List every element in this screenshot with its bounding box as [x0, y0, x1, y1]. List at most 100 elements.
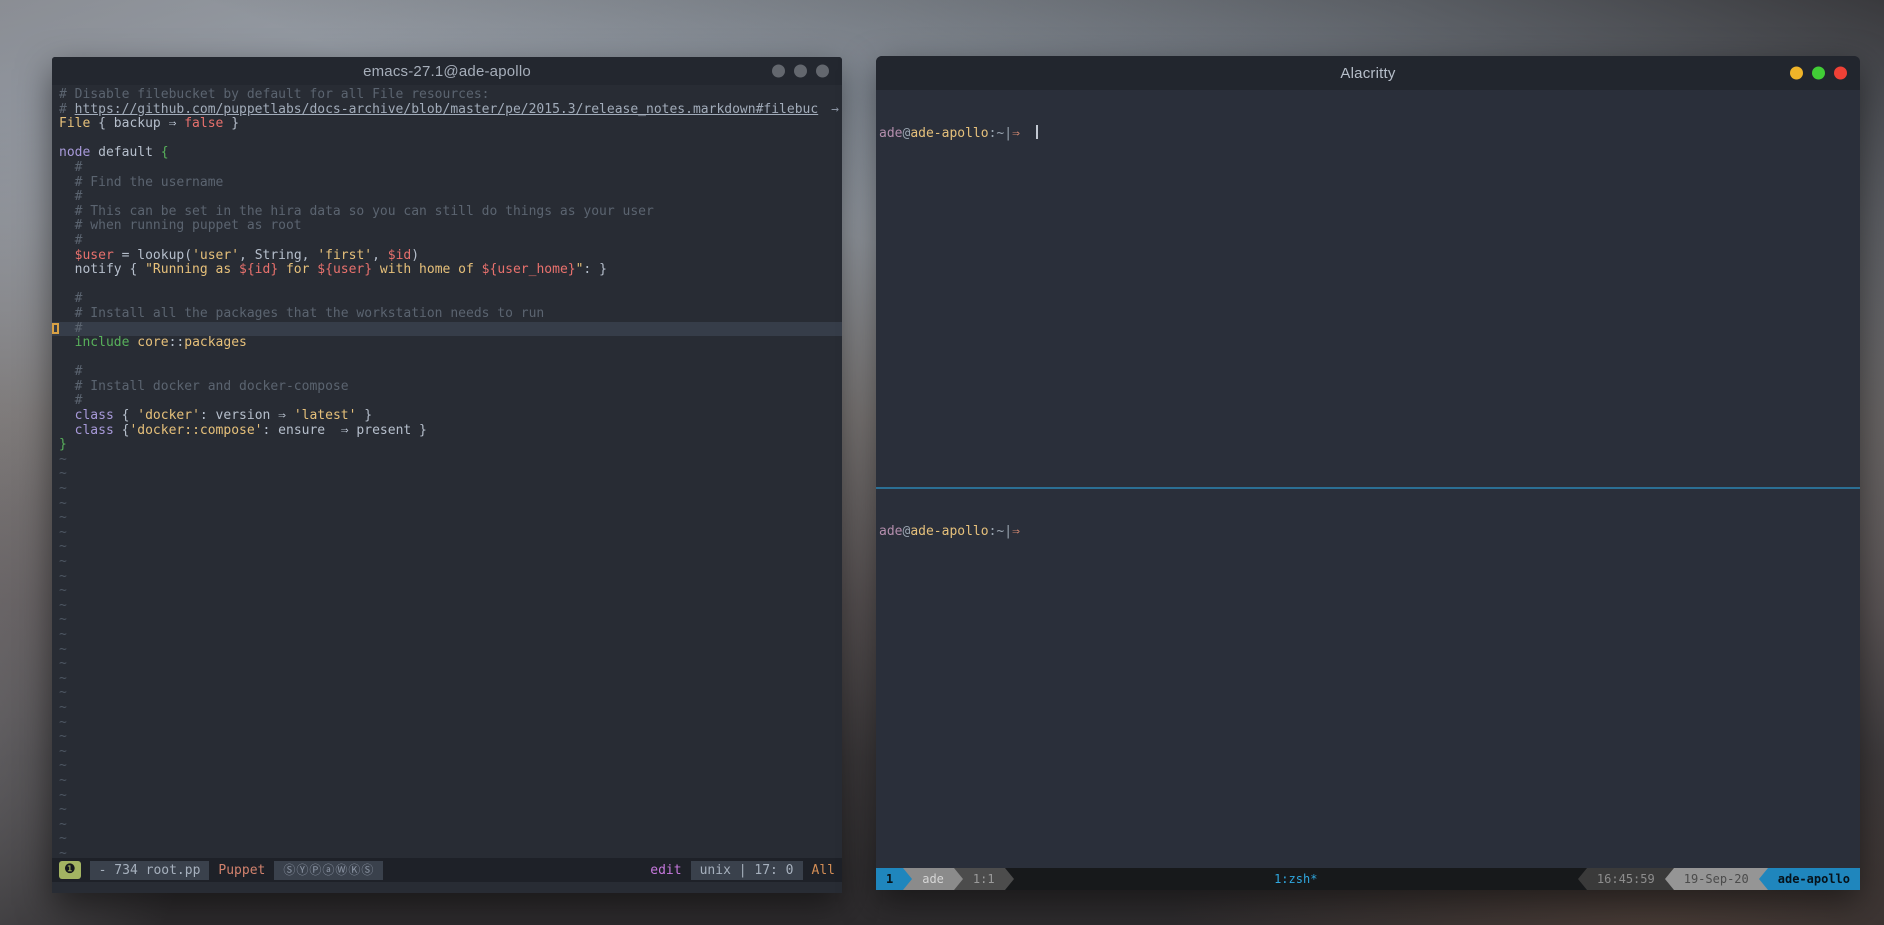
code-token: ,: [372, 248, 388, 263]
alacritty-window-title: Alacritty: [1340, 65, 1395, 82]
prompt-token: ade-apollo: [910, 524, 988, 539]
prompt-token: ade: [879, 524, 902, 539]
terminal-pane-2[interactable]: ade@ade-apollo:~|⇒: [876, 489, 1860, 868]
code-line[interactable]: # Find the username: [59, 176, 842, 191]
code-line[interactable]: # Disable filebucket by default for all …: [59, 88, 842, 103]
terminal-pane-1[interactable]: ade@ade-apollo:~|⇒: [876, 90, 1860, 487]
code-line[interactable]: [59, 351, 842, 366]
code-line[interactable]: #: [59, 394, 842, 409]
code-token: #: [59, 364, 82, 379]
desktop-wallpaper: emacs-27.1@ade-apollo # Disable filebuck…: [0, 0, 1884, 925]
code-line[interactable]: # when running puppet as root: [59, 219, 842, 234]
alacritty-window: Alacritty ade@ade-apollo:~|⇒ ade@ade-apo…: [876, 56, 1860, 890]
powerline-separator-icon: [1005, 868, 1014, 890]
tmux-window-number[interactable]: 1: [876, 868, 903, 890]
code-line[interactable]: include core::packages: [59, 336, 842, 351]
empty-line-tilde: ~: [59, 847, 842, 858]
code-token: "Running as: [145, 262, 239, 277]
code-line[interactable]: # Install docker and docker-compose: [59, 380, 842, 395]
empty-line-tilde: ~: [59, 540, 842, 555]
empty-line-tilde: ~: [59, 672, 842, 687]
code-token: : version ⇒: [200, 408, 294, 423]
url-link[interactable]: https://github.com/puppetlabs/docs-archi…: [75, 102, 819, 117]
maximize-button[interactable]: [1812, 67, 1825, 80]
code-line[interactable]: class { 'docker': version ⇒ 'latest' }: [59, 409, 842, 424]
shell-prompt[interactable]: ade@ade-apollo:~|⇒: [879, 125, 1860, 142]
empty-line-tilde: ~: [59, 643, 842, 658]
code-line[interactable]: #: [59, 190, 842, 205]
code-token: $id: [388, 248, 411, 263]
code-token: {: [161, 145, 169, 160]
code-line[interactable]: File { backup ⇒ false }: [59, 117, 842, 132]
minimize-button[interactable]: [772, 65, 785, 78]
minimize-button[interactable]: [1790, 67, 1803, 80]
powerline-separator-icon: [954, 868, 963, 890]
alacritty-titlebar[interactable]: Alacritty: [876, 56, 1860, 90]
buffer-info: - 734 root.pp: [90, 861, 210, 880]
encoding-position-indicator: unix | 17: 0: [691, 861, 803, 880]
code-line[interactable]: }: [59, 438, 842, 453]
code-token: packages: [184, 335, 247, 350]
prompt-token: ⇒: [1012, 524, 1020, 539]
empty-line-tilde: ~: [59, 497, 842, 512]
powerline-separator-icon: [1759, 868, 1768, 890]
tmux-window-list[interactable]: 1:zsh*: [1274, 872, 1317, 886]
empty-line-tilde: ~: [59, 599, 842, 614]
code-token: #: [59, 393, 82, 408]
code-line[interactable]: node default {: [59, 146, 842, 161]
code-line[interactable]: # https://github.com/puppetlabs/docs-arc…: [59, 103, 842, 118]
code-token: ): [411, 248, 419, 263]
workspace-badge: ❶: [59, 861, 81, 879]
empty-line-tilde: ~: [59, 745, 842, 760]
code-token: File: [59, 116, 90, 131]
emacs-buffer[interactable]: # Disable filebucket by default for all …: [52, 85, 842, 858]
code-token: default: [90, 145, 160, 160]
tmux-segment: 19-Sep-20: [1674, 868, 1759, 890]
powerline-separator-icon: [903, 868, 912, 890]
code-line[interactable]: #: [59, 292, 842, 307]
close-button[interactable]: [816, 65, 829, 78]
code-token: # Disable filebucket by default for all …: [59, 87, 489, 102]
code-line[interactable]: [59, 132, 842, 147]
tmux-segment[interactable]: 1:1: [963, 868, 1005, 890]
code-token: $user: [75, 248, 114, 263]
code-token: 'docker': [137, 408, 200, 423]
code-line[interactable]: #: [59, 161, 842, 176]
prompt-token: ade: [879, 126, 902, 141]
close-button[interactable]: [1834, 67, 1847, 80]
empty-line-tilde: ~: [59, 789, 842, 804]
code-line[interactable]: # Install all the packages that the work…: [59, 307, 842, 322]
code-line[interactable]: [59, 278, 842, 293]
empty-line-tilde: ~: [59, 453, 842, 468]
code-line[interactable]: $user = lookup('user', String, 'first', …: [59, 249, 842, 264]
emacs-window-buttons: [772, 65, 829, 78]
shell-prompt[interactable]: ade@ade-apollo:~|⇒: [879, 524, 1860, 540]
code-line[interactable]: #: [59, 234, 842, 249]
code-token: : ensure ⇒ present }: [263, 423, 427, 438]
minor-modes-indicator[interactable]: ⓈⓎⓅⓐⓌⓀⓈ: [274, 861, 383, 880]
code-token: notify {: [59, 262, 145, 277]
code-token: class: [75, 423, 114, 438]
emacs-titlebar[interactable]: emacs-27.1@ade-apollo: [52, 57, 842, 85]
code-line[interactable]: # This can be set in the hira data so yo…: [59, 205, 842, 220]
code-line[interactable]: #: [59, 365, 842, 380]
code-token: # This can be set in the hira data so yo…: [59, 204, 654, 219]
code-token: core: [137, 335, 168, 350]
maximize-button[interactable]: [794, 65, 807, 78]
code-token: [59, 335, 75, 350]
code-line[interactable]: notify { "Running as ${id} for ${user} w…: [59, 263, 842, 278]
code-token: #: [59, 233, 82, 248]
code-token: [59, 423, 75, 438]
code-token: [59, 408, 75, 423]
tmux-segment[interactable]: ade: [912, 868, 954, 890]
code-line[interactable]: #: [52, 322, 842, 337]
prompt-token: :~|: [989, 524, 1012, 539]
emacs-window: emacs-27.1@ade-apollo # Disable filebuck…: [52, 57, 842, 893]
empty-line-tilde: ~: [59, 584, 842, 599]
code-token: # Install all the packages that the work…: [59, 306, 544, 321]
code-line[interactable]: class {'docker::compose': ensure ⇒ prese…: [59, 424, 842, 439]
tmux-segment: 16:45:59: [1587, 868, 1665, 890]
code-token: { backup ⇒: [90, 116, 184, 131]
empty-line-tilde: ~: [59, 467, 842, 482]
major-mode-label[interactable]: Puppet: [218, 863, 265, 878]
